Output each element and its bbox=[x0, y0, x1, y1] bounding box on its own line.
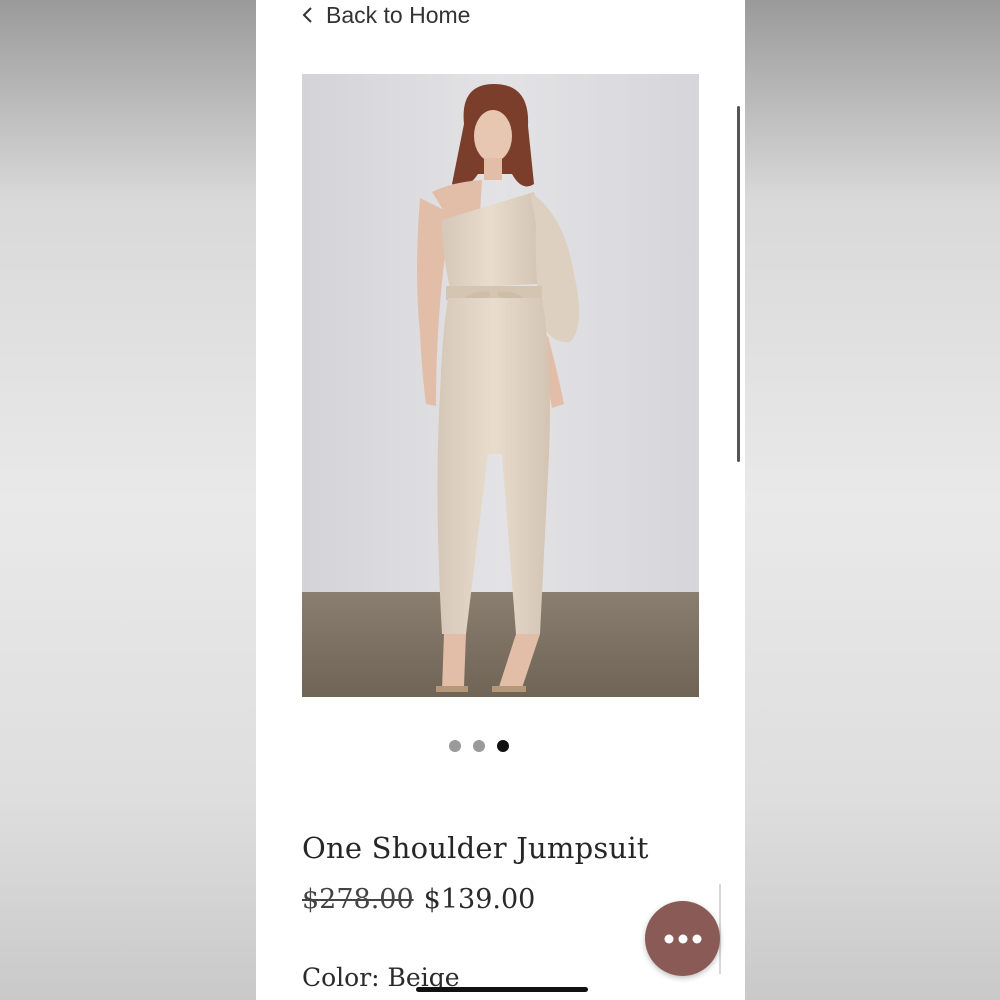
screen: Back to Home One Shoulder Jumpsuit $278.… bbox=[0, 0, 1000, 1000]
divider bbox=[719, 884, 721, 974]
sale-price: $139.00 bbox=[423, 884, 536, 915]
product-page: Back to Home One Shoulder Jumpsuit $278.… bbox=[256, 0, 745, 1000]
blurred-backdrop-left bbox=[0, 0, 256, 1000]
back-to-home-link[interactable]: Back to Home bbox=[300, 0, 470, 30]
gallery-dot-3[interactable] bbox=[496, 740, 509, 752]
product-title: One Shoulder Jumpsuit bbox=[302, 831, 649, 865]
more-dots-icon bbox=[664, 934, 701, 943]
scrollbar[interactable] bbox=[737, 106, 740, 462]
back-link-label: Back to Home bbox=[326, 1, 471, 28]
blurred-backdrop-right bbox=[745, 0, 1000, 1000]
gallery-dot-2[interactable] bbox=[472, 740, 485, 752]
original-price: $278.00 bbox=[302, 884, 414, 915]
home-indicator[interactable] bbox=[416, 987, 588, 992]
chevron-left-icon bbox=[302, 7, 312, 23]
gallery-pagination bbox=[256, 740, 723, 752]
product-photo bbox=[302, 74, 699, 697]
product-image[interactable] bbox=[302, 74, 699, 697]
price-row: $278.00 $139.00 bbox=[302, 884, 535, 915]
more-options-button[interactable] bbox=[645, 901, 720, 976]
gallery-dot-1[interactable] bbox=[448, 740, 461, 752]
